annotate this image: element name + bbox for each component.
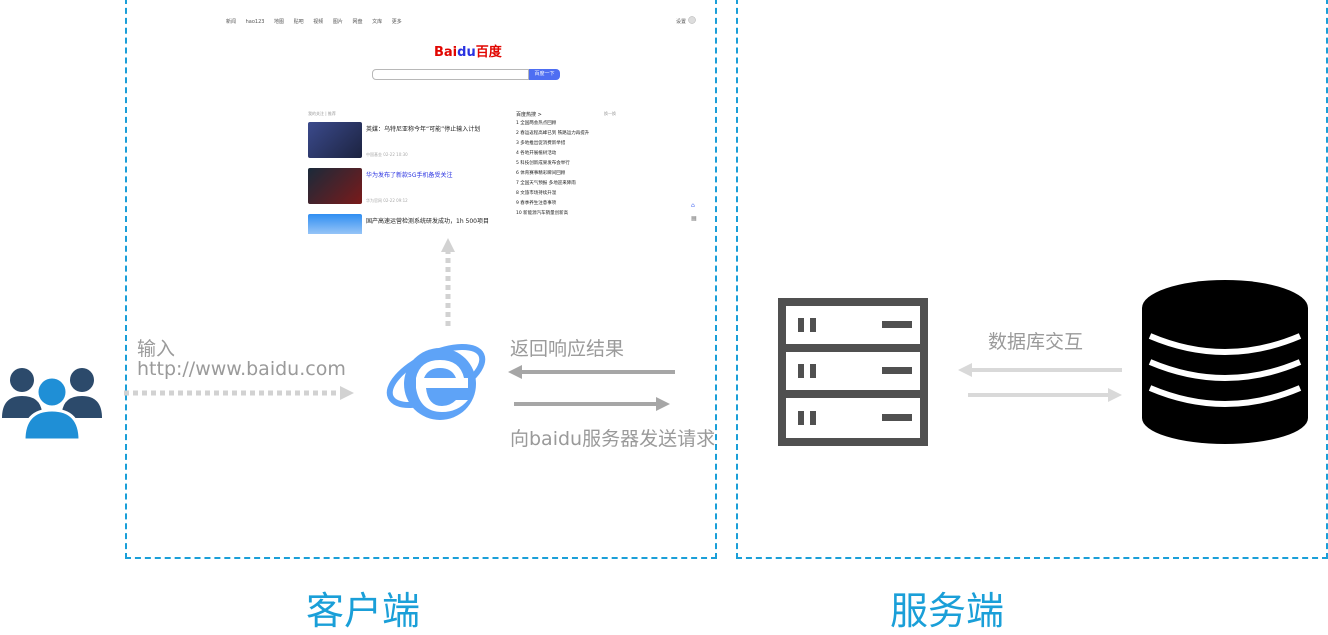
input-arrowhead <box>340 386 354 400</box>
response-arrowhead <box>508 365 522 379</box>
render-arrowhead <box>441 238 455 252</box>
request-arrowhead <box>656 397 670 411</box>
database-icon <box>1142 280 1308 444</box>
response-label: 返回响应结果 <box>510 338 625 360</box>
request-label: 向baidu服务器发送请求 <box>510 428 716 450</box>
server-rack-icon <box>778 298 928 446</box>
ie-browser-icon <box>386 343 486 420</box>
db-query-arrowhead <box>1108 388 1122 402</box>
db-interaction-label: 数据库交互 <box>988 331 1084 353</box>
arrows-layer <box>124 238 1122 411</box>
db-return-arrowhead <box>958 363 972 377</box>
